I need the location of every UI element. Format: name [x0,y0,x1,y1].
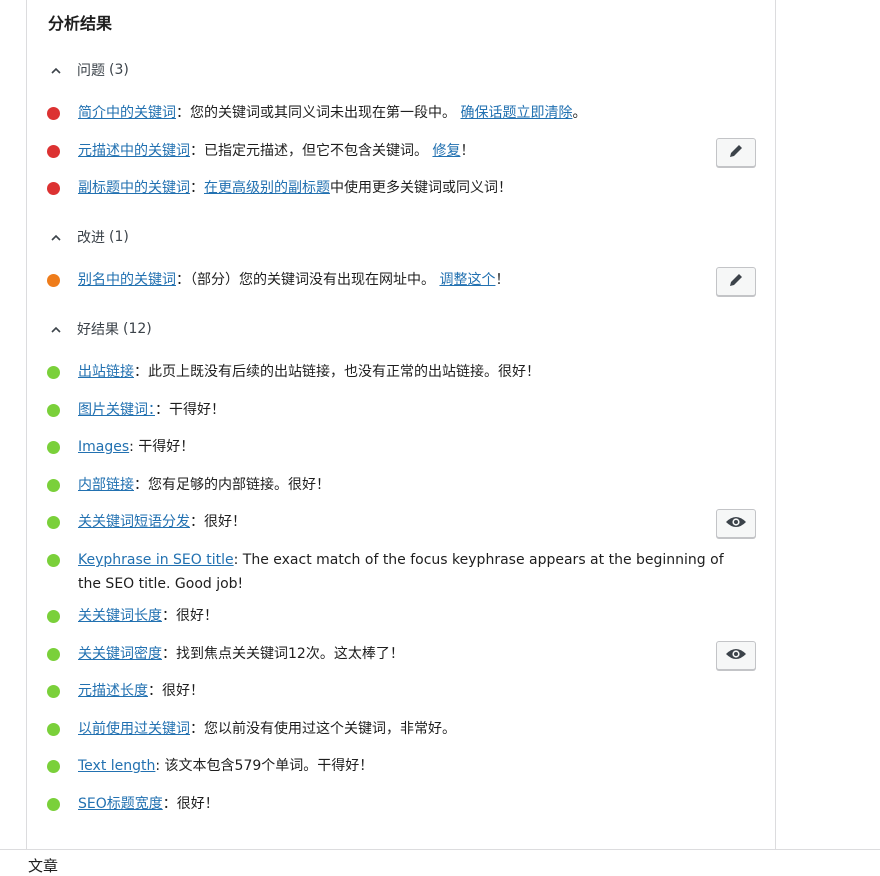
list-item: 内部链接：您有足够的内部链接。很好！ [47,473,737,497]
list-item: 元描述中的关键词：已指定元描述，但它不包含关键词。 修复！ [47,139,737,163]
list-item: Text length: 该文本包含579个单词。干得好！ [47,754,737,778]
assessment-link[interactable]: SEO标题宽度 [78,796,163,812]
list-item: 别名中的关键词：（部分）您的关键词没有出现在网址中。 调整这个！ [47,268,737,292]
status-problem-bullet [47,107,60,120]
fix-link[interactable]: 修复 [432,143,460,159]
list-item: 出站链接：此页上既没有后续的出站链接，也没有正常的出站链接。很好！ [47,360,737,384]
status-good-bullet [47,479,60,492]
list-item: 关关键词密度：找到焦点关关键词12次。这太棒了！ [47,642,737,666]
section-toggle-good-results[interactable]: 好结果 (12) [47,318,152,340]
divider [0,849,880,850]
eye-icon [725,514,747,533]
list-item: 元描述长度：很好！ [47,679,737,703]
status-good-bullet [47,554,60,567]
list-item: 关关键词短语分发：很好！ [47,510,737,534]
assessment-link[interactable]: 图片关键词： [78,402,155,418]
analysis-results-panel: 分析结果 问题 (3) 简介中的关键词：您的关键词或其同义词未出现在第一段中。 … [26,0,776,849]
status-good-bullet [47,441,60,454]
assessment-link[interactable]: 元描述中的关键词 [78,143,190,159]
highlight-keyphrase-density-button[interactable] [716,641,756,670]
list-item: 以前使用过关键词：您以前没有使用过这个关键词，非常好。 [47,717,737,741]
list-item: 图片关键词：：干得好！ [47,398,737,422]
chevron-up-icon [51,326,61,336]
list-item: 副标题中的关键词：在更高级别的副标题中使用更多关键词或同义词！ [47,176,737,200]
assessment-link[interactable]: 以前使用过关键词 [78,721,190,737]
status-good-bullet [47,760,60,773]
list-item: Keyphrase in SEO title: The exact match … [47,548,737,596]
status-good-bullet [47,516,60,529]
eye-icon [725,646,747,665]
assessment-link[interactable]: 别名中的关键词 [78,272,176,288]
assessment-link[interactable]: 关关键词密度 [78,646,162,662]
section-count: (3) [109,62,129,78]
section-label: 改进 [77,230,105,246]
footer-label: 文章 [28,857,59,875]
pencil-icon [727,271,745,293]
assessment-link[interactable]: 副标题中的关键词 [78,180,190,196]
assessment-link[interactable]: 关关键词长度 [78,608,162,624]
assessment-link[interactable]: 内部链接 [78,477,134,493]
list-item: 简介中的关键词：您的关键词或其同义词未出现在第一段中。 确保话题立即清除。 [47,101,737,125]
assessment-link[interactable]: Images [78,439,129,455]
assessment-link[interactable]: 元描述长度 [78,683,148,699]
section-count: (1) [109,229,129,245]
list-item: 关关键词长度：很好！ [47,604,737,628]
status-problem-bullet [47,182,60,195]
fix-link[interactable]: 调整这个 [439,272,495,288]
highlight-keyphrase-distribution-button[interactable] [716,509,756,538]
status-good-bullet [47,610,60,623]
status-good-bullet [47,366,60,379]
pencil-icon [727,142,745,164]
assessment-link[interactable]: 简介中的关键词 [78,105,176,121]
status-problem-bullet [47,145,60,158]
section-toggle-improvements[interactable]: 改进 (1) [47,226,129,248]
status-good-bullet [47,798,60,811]
edit-slug-button[interactable] [716,267,756,296]
status-good-bullet [47,648,60,661]
chevron-up-icon [51,67,61,77]
edit-meta-description-button[interactable] [716,138,756,167]
status-good-bullet [47,404,60,417]
panel-title: 分析结果 [48,14,113,33]
list-item: Images: 干得好！ [47,435,737,459]
fix-link[interactable]: 在更高级别的副标题 [204,180,330,196]
assessment-link[interactable]: Keyphrase in SEO title [78,552,234,568]
assessment-link[interactable]: Text length [78,758,155,774]
section-label: 好结果 [77,322,119,338]
assessment-link[interactable]: 关关键词短语分发 [78,514,190,530]
section-toggle-problems[interactable]: 问题 (3) [47,59,129,81]
section-label: 问题 [77,63,105,79]
assessment-link[interactable]: 出站链接 [78,364,134,380]
status-good-bullet [47,723,60,736]
section-count: (12) [123,321,152,337]
status-improvement-bullet [47,274,60,287]
list-item: SEO标题宽度：很好！ [47,792,737,816]
fix-link[interactable]: 确保话题立即清除 [460,105,572,121]
chevron-up-icon [51,234,61,244]
status-good-bullet [47,685,60,698]
